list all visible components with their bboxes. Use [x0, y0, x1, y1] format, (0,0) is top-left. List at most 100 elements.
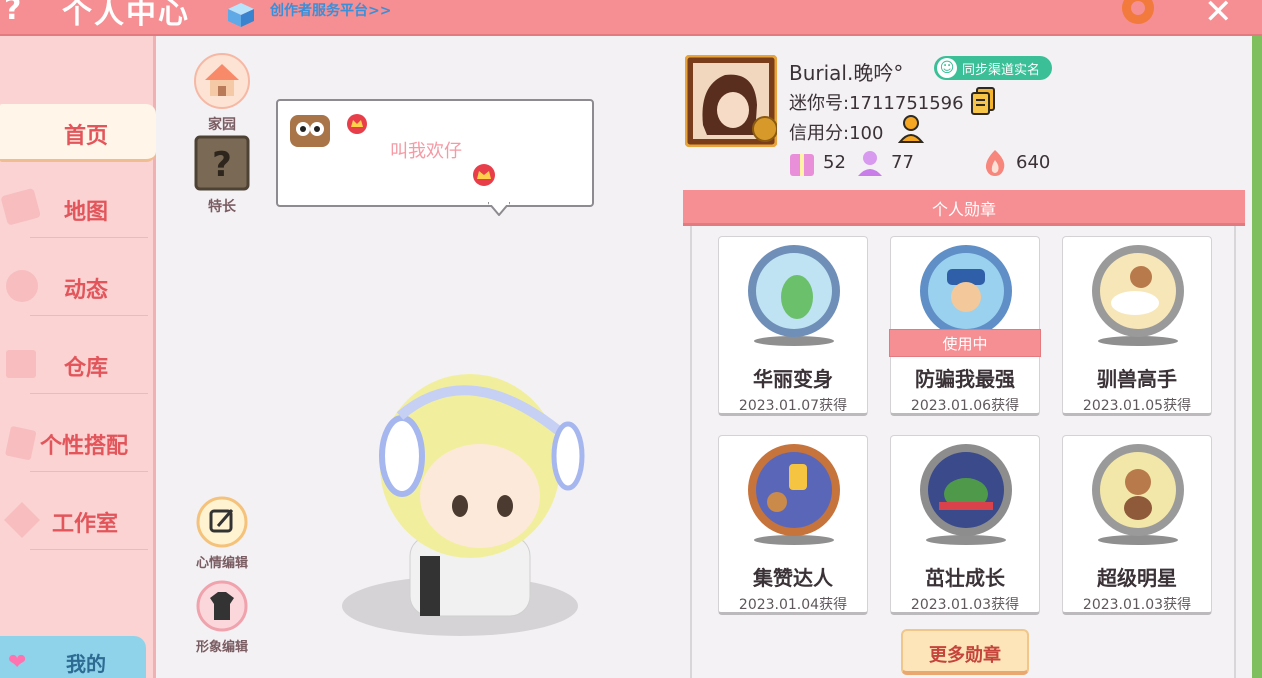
medal-name: 茁壮成长: [925, 566, 1005, 590]
skill-button[interactable]: ? 特长: [190, 134, 254, 216]
top-bar: ? 个人中心 创作者服务平台>> ✕: [0, 0, 1262, 36]
background-strip: [1252, 36, 1262, 678]
avatar[interactable]: [685, 55, 777, 147]
edit-icon: [196, 496, 248, 548]
mood-edit-label: 心情编辑: [195, 556, 248, 571]
credit-score: 信用分:100: [789, 123, 884, 144]
warehouse-icon: [6, 350, 36, 378]
house-icon: [194, 53, 250, 109]
help-icon[interactable]: ?: [4, 0, 21, 27]
sidebar-item-label: 地图: [64, 200, 109, 225]
medal-date: 2023.01.04获得: [738, 597, 848, 613]
sidebar-item-label: 个性搭配: [40, 434, 129, 459]
medal-name: 驯兽高手: [1097, 367, 1177, 391]
question-block-icon: ?: [194, 135, 250, 191]
sidebar-item-outfit[interactable]: 个性搭配: [0, 414, 156, 472]
creator-cube-icon[interactable]: [226, 2, 256, 28]
mood-text: 叫我欢仔: [390, 141, 462, 162]
avatar-sticker-icon: [290, 115, 330, 147]
studio-icon: [4, 502, 40, 538]
character-avatar[interactable]: [340, 356, 590, 646]
medal-superstar-icon: [1092, 444, 1184, 545]
stat-fans: 77: [855, 148, 914, 178]
stat-gifts: 52: [787, 148, 846, 178]
medal-date: 2023.01.05获得: [1082, 398, 1192, 414]
close-icon[interactable]: ✕: [1204, 0, 1233, 32]
outfit-icon: [5, 426, 37, 461]
sidebar-item-feed[interactable]: 动态: [0, 258, 156, 316]
divider: [30, 315, 148, 316]
stat-value: 52: [823, 152, 846, 173]
page-title: 个人中心: [62, 0, 190, 31]
crown-icon: [473, 164, 495, 186]
sidebar-item-label: 仓库: [64, 356, 109, 381]
medal-name: 超级明星: [1097, 566, 1177, 590]
medal-likes-icon: [748, 444, 840, 545]
person-icon: ☺: [937, 58, 957, 78]
medal-name: 防骗我最强: [915, 367, 1015, 391]
mood-bubble[interactable]: 叫我欢仔: [276, 99, 594, 207]
sync-label: 同步渠道实名: [962, 63, 1041, 78]
gear-icon[interactable]: [1116, 0, 1160, 26]
player-name: Burial.晚吟°: [789, 61, 904, 85]
medal-card[interactable]: 华丽变身 2023.01.07获得: [718, 236, 868, 416]
in-use-badge: 使用中: [889, 329, 1041, 357]
mine-button[interactable]: ❤ 我的: [0, 636, 146, 678]
divider: [30, 549, 148, 550]
copy-icon[interactable]: [970, 86, 996, 116]
home-label: 家园: [208, 117, 236, 133]
crown-badge-icon: [347, 114, 367, 134]
medal-date: 2023.01.06获得: [910, 398, 1020, 414]
sidebar-item-home[interactable]: 首页: [0, 104, 156, 162]
mood-edit-button[interactable]: 心情编辑: [190, 496, 254, 571]
outfit-edit-icon: [196, 580, 248, 632]
sidebar-item-label: 动态: [64, 278, 109, 303]
medal-date: 2023.01.03获得: [1082, 597, 1192, 613]
medal-date: 2023.01.07获得: [738, 398, 848, 414]
medal-card[interactable]: 驯兽高手 2023.01.05获得: [1062, 236, 1212, 416]
more-medals-label: 更多勋章: [929, 645, 1001, 666]
medal-card[interactable]: 超级明星 2023.01.03获得: [1062, 435, 1212, 615]
mine-label: 我的: [66, 652, 106, 676]
heart-icon: ❤: [8, 650, 27, 675]
medal-section-header: 个人勋章: [683, 190, 1245, 226]
map-icon: [1, 188, 41, 225]
sidebar-item-studio[interactable]: 工作室: [0, 492, 156, 550]
look-edit-button[interactable]: 形象编辑: [190, 580, 254, 655]
fans-icon: [858, 151, 882, 176]
more-medals-button[interactable]: 更多勋章: [901, 629, 1029, 675]
divider: [30, 393, 148, 394]
divider: [30, 237, 148, 238]
medal-growth-icon: [920, 444, 1012, 545]
medal-name: 集赞达人: [753, 566, 833, 590]
sidebar-item-warehouse[interactable]: 仓库: [0, 336, 156, 394]
sync-realname-button[interactable]: ☺ 同步渠道实名: [934, 56, 1052, 80]
flame-icon: [985, 150, 1005, 176]
stat-popularity: 640: [980, 148, 1050, 178]
sidebar-item-label: 首页: [64, 124, 109, 149]
stat-value: 640: [1016, 152, 1051, 173]
stat-value: 77: [891, 152, 914, 173]
divider: [30, 471, 148, 472]
sidebar: 首页 地图 动态 仓库 个性搭配 工作室: [0, 36, 156, 678]
medal-date: 2023.01.03获得: [910, 597, 1020, 613]
credit-user-icon[interactable]: [898, 114, 928, 144]
medal-card[interactable]: 茁壮成长 2023.01.03获得: [890, 435, 1040, 615]
medal-card[interactable]: 集赞达人 2023.01.04获得: [718, 435, 868, 615]
feed-icon: [6, 270, 38, 302]
medal-transform-icon: [748, 245, 840, 346]
creator-platform-link[interactable]: 创作者服务平台>>: [270, 0, 391, 20]
svg-text:?: ?: [212, 145, 232, 185]
look-edit-label: 形象编辑: [195, 640, 248, 655]
home-button[interactable]: 家园: [190, 52, 254, 134]
mini-id: 迷你号:1711751596: [789, 93, 964, 114]
sidebar-item-label: 工作室: [52, 512, 119, 537]
medal-header-title: 个人勋章: [931, 200, 996, 219]
skill-label: 特长: [208, 199, 236, 215]
medal-name: 华丽变身: [753, 367, 833, 391]
sidebar-item-map[interactable]: 地图: [0, 180, 156, 238]
gift-icon: [790, 154, 814, 176]
bubble-tail: [488, 202, 510, 216]
medal-tamer-icon: [1092, 245, 1184, 346]
medal-card[interactable]: 使用中 防骗我最强 2023.01.06获得: [889, 236, 1041, 416]
